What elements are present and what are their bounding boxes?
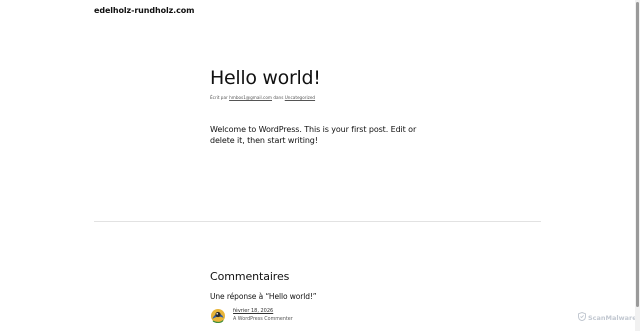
post-title: Hello world! xyxy=(210,67,321,89)
scanmalware-watermark: ScanMalware xyxy=(578,311,637,323)
content-separator xyxy=(94,221,541,222)
post-meta: Écrit par hmbos1@gmail.com dans Uncatego… xyxy=(210,95,315,100)
scrollbar-thumb[interactable] xyxy=(636,2,639,307)
comments-count: Une réponse à “Hello world!” xyxy=(210,292,317,301)
post-author-link[interactable]: hmbos1@gmail.com xyxy=(229,95,272,100)
post-meta-middle: dans xyxy=(272,95,285,100)
wordpress-avatar-icon xyxy=(210,308,226,324)
watermark-text: ScanMalware xyxy=(588,313,637,322)
comment-date-link[interactable]: février 18, 2026 xyxy=(233,308,273,314)
post-category-link[interactable]: Uncategorized xyxy=(285,95,315,100)
post-meta-prefix: Écrit par xyxy=(210,95,230,100)
site-title-link[interactable]: edelholz-rundholz.com xyxy=(94,6,195,15)
page-scrollbar[interactable] xyxy=(635,0,640,331)
comments-heading: Commentaires xyxy=(210,270,290,283)
comment-author: A WordPress Commenter xyxy=(233,317,293,322)
shield-icon xyxy=(578,311,586,323)
post-content: Welcome to WordPress. This is your first… xyxy=(210,125,417,145)
